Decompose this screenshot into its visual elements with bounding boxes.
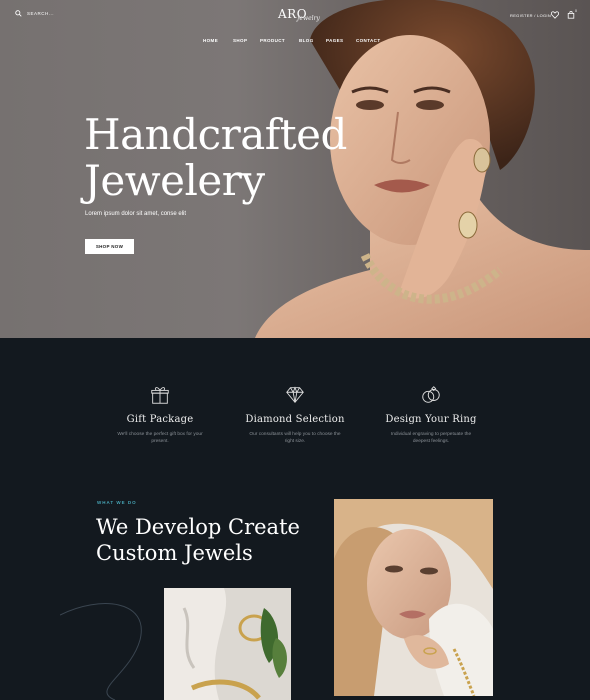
section-title-line1: We Develop Create: [96, 515, 300, 539]
nav-product[interactable]: PRODUCT: [260, 38, 285, 43]
hero-subtitle: Lorem ipsum dolor sit amet, conse elit: [85, 211, 187, 217]
section-label: WHAT WE DO: [97, 500, 137, 505]
feature-title: Gift Package: [126, 414, 194, 425]
nav-pages[interactable]: PAGES: [326, 38, 343, 43]
search-label: SEARCH...: [27, 11, 55, 16]
model-ring-image: [334, 499, 493, 696]
heart-icon[interactable]: [551, 11, 559, 19]
section-title-line2: Custom Jewels: [96, 541, 253, 565]
nav-shop[interactable]: SHOP: [233, 38, 247, 43]
hero-title-line2: Jewelery: [84, 156, 265, 205]
diamond-icon: [286, 386, 304, 404]
feature-title: Design Your Ring: [385, 414, 477, 425]
hero-section: SEARCH... ARO Jewelry REGISTER / LOGIN 0…: [0, 0, 590, 338]
feature-gift-package: Gift Package We'll choose the perfect gi…: [85, 384, 235, 445]
hero-title-line1: Handcrafted: [84, 110, 347, 159]
cart-count-badge: 0: [575, 9, 577, 13]
feature-text: Our consultants will help you to choose …: [249, 432, 341, 444]
hero-title: Handcrafted Jewelery: [84, 112, 347, 204]
feature-diamond-selection: Diamond Selection Our consultants will h…: [220, 384, 370, 445]
nav-home[interactable]: HOME: [203, 38, 218, 43]
jewelry-product-image: [164, 588, 291, 700]
feature-title: Diamond Selection: [245, 414, 345, 425]
gift-icon: [151, 387, 169, 404]
search-box[interactable]: SEARCH...: [15, 10, 54, 17]
register-login-link[interactable]: REGISTER / LOGIN: [510, 13, 551, 18]
logo-subtitle: Jewelry: [297, 15, 320, 22]
rings-icon: [422, 386, 440, 403]
top-bar: SEARCH... ARO Jewelry REGISTER / LOGIN 0: [0, 0, 590, 30]
feature-text: Individual engraving to perpetuate the d…: [390, 432, 472, 444]
nav-contact[interactable]: CONTACT: [356, 38, 380, 43]
shop-now-button[interactable]: SHOP NOW: [85, 239, 134, 254]
feature-text: We'll choose the perfect gift box for yo…: [117, 432, 203, 444]
decorative-curve: [60, 603, 142, 700]
feature-design-ring: Design Your Ring Individual engraving to…: [356, 384, 506, 445]
section-title: We Develop Create Custom Jewels: [96, 514, 300, 566]
search-icon: [15, 10, 22, 17]
cart-icon[interactable]: [567, 11, 575, 19]
nav-blog[interactable]: BLOG: [299, 38, 314, 43]
